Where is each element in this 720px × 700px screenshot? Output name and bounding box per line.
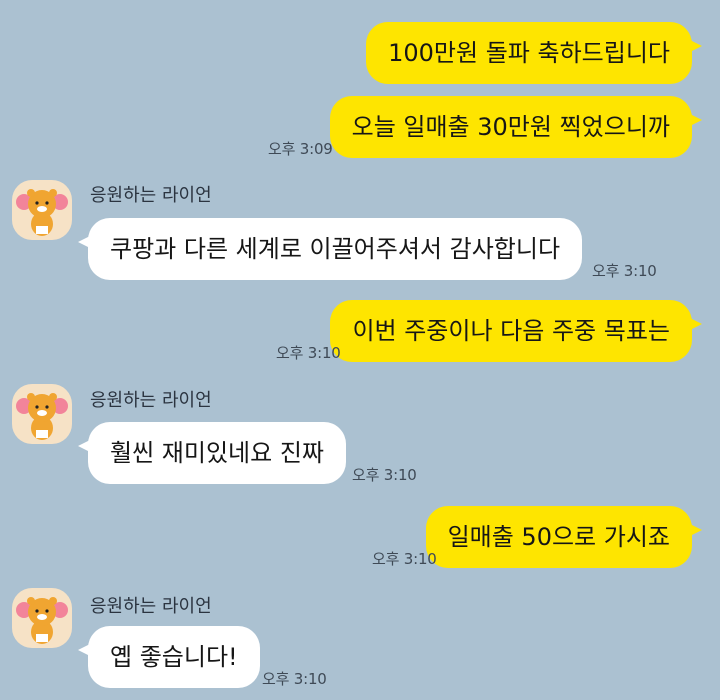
message-timestamp: 오후 3:10: [276, 344, 341, 362]
other-message-bubble[interactable]: 훨씬 재미있네요 진짜: [78, 422, 346, 484]
my-message-bubble[interactable]: 이번 주중이나 다음 주중 목표는: [330, 300, 702, 362]
message-timestamp: 오후 3:10: [262, 670, 327, 688]
chat-room: 100만원 돌파 축하드립니다 오늘 일매출 30만원 찍었으니까 오후 3:0…: [0, 0, 720, 700]
other-message-bubble[interactable]: 쿠팡과 다른 세계로 이끌어주셔서 감사합니다: [77, 218, 583, 280]
message-timestamp: 오후 3:09: [268, 140, 333, 158]
sender-name: 응원하는 라이언: [90, 185, 212, 206]
ryan-cheering-icon[interactable]: [12, 588, 72, 648]
my-message-bubble[interactable]: 일매출 50으로 가시죠: [425, 506, 703, 568]
my-message-bubble[interactable]: 100만원 돌파 축하드립니다: [366, 22, 702, 84]
my-message-bubble[interactable]: 오늘 일매출 30만원 찍었으니까: [329, 96, 703, 158]
other-message-bubble[interactable]: 옙 좋습니다!: [78, 626, 260, 688]
ryan-cheering-icon[interactable]: [12, 180, 72, 240]
message-timestamp: 오후 3:10: [372, 550, 437, 568]
message-timestamp: 오후 3:10: [592, 262, 657, 280]
message-timestamp: 오후 3:10: [352, 466, 417, 484]
ryan-cheering-icon[interactable]: [12, 384, 72, 444]
sender-name: 응원하는 라이언: [90, 390, 212, 411]
sender-name: 응원하는 라이언: [90, 596, 212, 617]
